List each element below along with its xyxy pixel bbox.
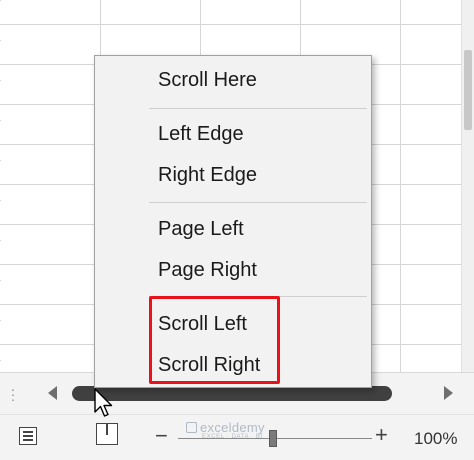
scroll-right-arrow-icon[interactable] [444, 386, 453, 400]
watermark-logo-icon [186, 422, 197, 433]
menu-item-left-edge[interactable]: Left Edge [158, 122, 244, 146]
zoom-slider-thumb[interactable] [269, 430, 277, 447]
grid-row-line [0, 24, 474, 25]
zoom-in-button[interactable]: + [375, 424, 388, 446]
normal-view-icon[interactable] [19, 427, 37, 445]
menu-separator [149, 108, 367, 109]
page-layout-view-icon[interactable] [96, 423, 118, 445]
vertical-scroll-thumb[interactable] [464, 50, 472, 130]
watermark: exceldemy EXCEL · DATA · BI [186, 420, 265, 440]
menu-item-scroll-here[interactable]: Scroll Here [158, 68, 257, 92]
watermark-tagline: EXCEL · DATA · BI [202, 434, 263, 440]
menu-item-page-right[interactable]: Page Right [158, 258, 257, 282]
scroll-left-arrow-icon[interactable] [48, 386, 57, 400]
menu-item-page-left[interactable]: Page Left [158, 217, 244, 241]
vertical-scrollbar[interactable] [461, 0, 474, 372]
highlight-box [149, 296, 280, 384]
menu-item-right-edge[interactable]: Right Edge [158, 163, 257, 187]
zoom-level[interactable]: 100% [414, 429, 457, 449]
grid-column-line [400, 0, 401, 372]
watermark-name: exceldemy [200, 420, 265, 435]
horizontal-scrollbar-thumb[interactable] [72, 386, 392, 401]
zoom-out-button[interactable]: − [155, 425, 168, 447]
mouse-pointer-icon [94, 388, 113, 417]
split-handle-icon[interactable]: · · · [10, 382, 16, 406]
menu-separator [149, 202, 367, 203]
